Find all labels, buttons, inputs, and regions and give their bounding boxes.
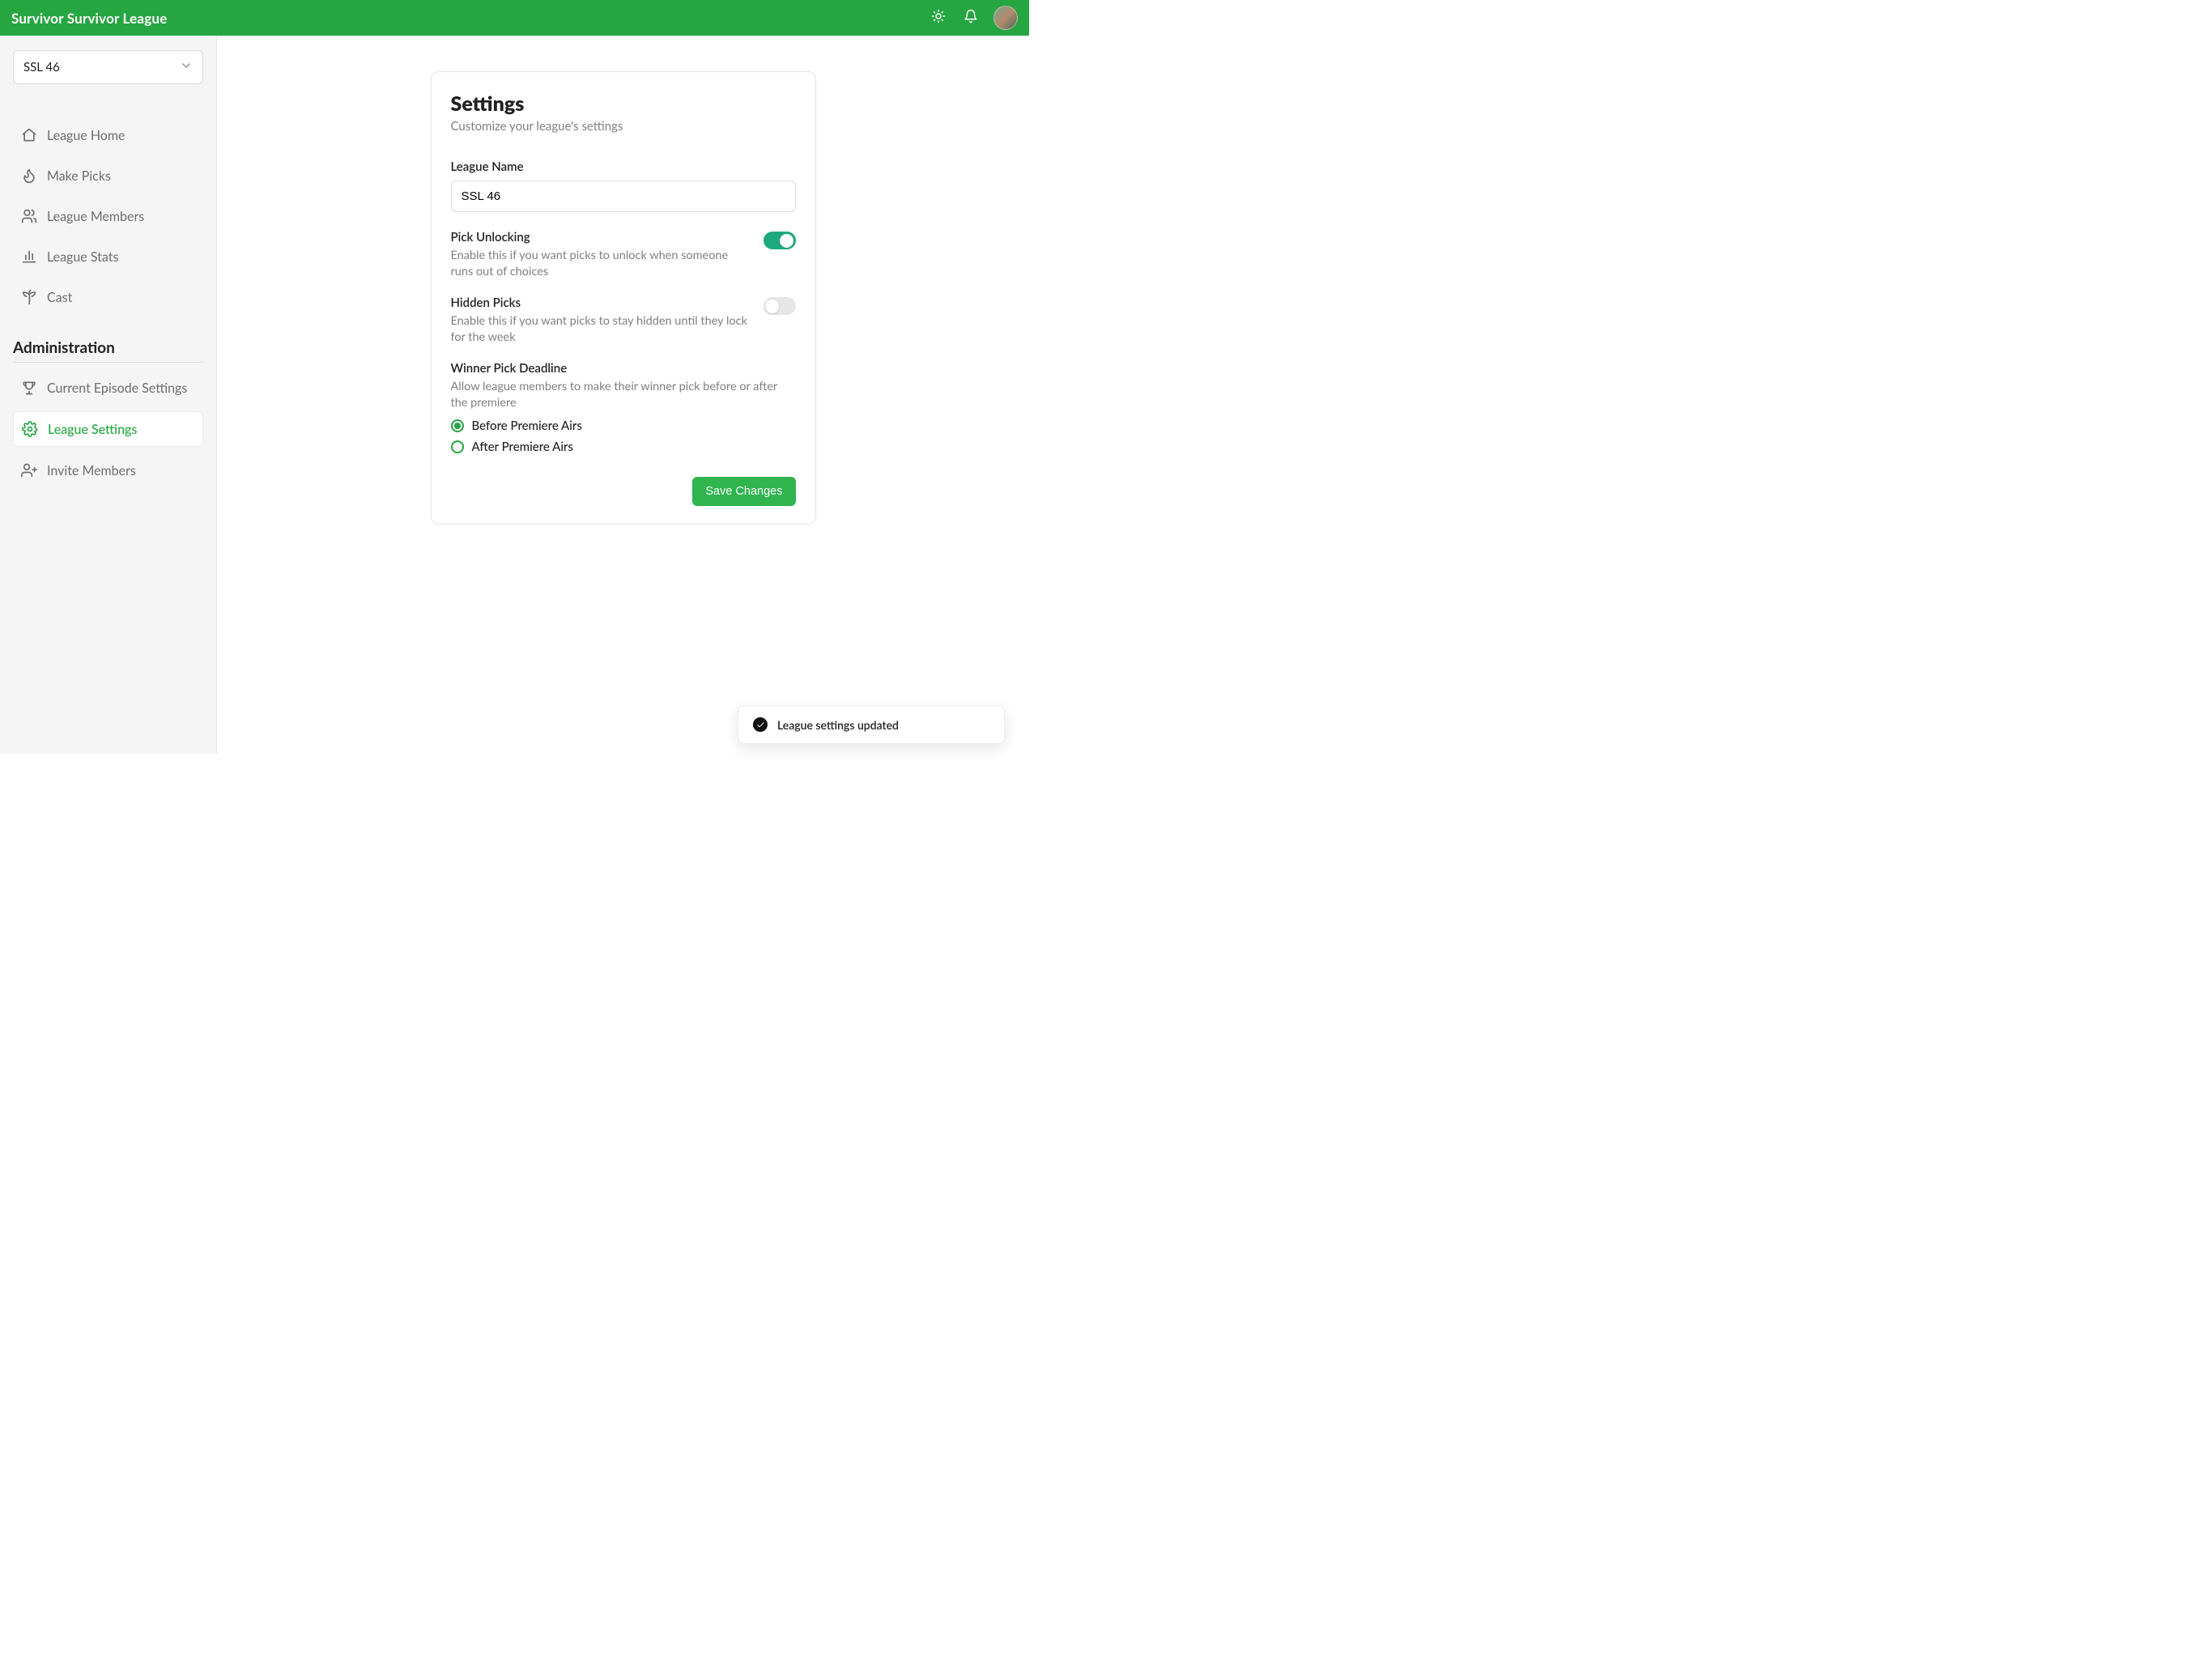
home-icon xyxy=(21,127,37,143)
sidebar-item-league-stats[interactable]: League Stats xyxy=(13,240,203,274)
settings-icon xyxy=(22,421,38,437)
bell-icon xyxy=(963,9,978,27)
card-title: Settings xyxy=(451,91,796,116)
toast-message: League settings updated xyxy=(777,718,899,732)
admin-heading: Administration xyxy=(13,338,203,357)
sidebar-item-label: League Members xyxy=(47,209,144,224)
sidebar-item-cast[interactable]: Cast xyxy=(13,280,203,314)
league-name-input[interactable] xyxy=(451,181,796,212)
user-avatar[interactable] xyxy=(993,6,1018,30)
trophy-icon xyxy=(21,380,37,396)
sidebar-item-label: Make Picks xyxy=(47,168,111,184)
winner-deadline-desc: Allow league members to make their winne… xyxy=(451,379,796,410)
save-button[interactable]: Save Changes xyxy=(692,477,795,506)
bar-chart-icon xyxy=(21,249,37,265)
pick-unlocking-desc: Enable this if you want picks to unlock … xyxy=(451,248,751,279)
radio-before-premiere[interactable]: Before Premiere Airs xyxy=(451,419,796,433)
radio-after-premiere[interactable]: After Premiere Airs xyxy=(451,440,796,454)
sidebar-item-label: League Home xyxy=(47,128,125,143)
notifications-button[interactable] xyxy=(956,3,985,32)
sidebar-item-league-settings[interactable]: League Settings xyxy=(13,411,203,447)
sidebar-item-league-members[interactable]: League Members xyxy=(13,199,203,233)
main-content: Settings Customize your league's setting… xyxy=(217,36,1029,754)
app-title: Survivor Survivor League xyxy=(11,10,168,27)
sidebar-item-label: League Settings xyxy=(48,422,137,437)
sun-icon xyxy=(931,9,946,27)
league-select-value: SSL 46 xyxy=(23,60,60,74)
sidebar-item-label: Current Episode Settings xyxy=(47,380,187,396)
pick-unlocking-toggle[interactable] xyxy=(764,232,796,249)
sidebar-item-invite-members[interactable]: Invite Members xyxy=(13,453,203,487)
pick-unlocking-title: Pick Unlocking xyxy=(451,230,751,244)
sidebar-item-label: Invite Members xyxy=(47,463,136,478)
radio-label: After Premiere Airs xyxy=(472,440,573,454)
toast-notification: League settings updated xyxy=(738,705,1005,744)
app-header: Survivor Survivor League xyxy=(0,0,1029,36)
divider xyxy=(13,362,203,363)
palm-tree-icon xyxy=(21,289,37,305)
hidden-picks-toggle[interactable] xyxy=(764,297,796,315)
users-icon xyxy=(21,208,37,224)
league-name-label: League Name xyxy=(451,159,796,174)
hidden-picks-desc: Enable this if you want picks to stay hi… xyxy=(451,313,751,345)
theme-toggle-button[interactable] xyxy=(924,3,953,32)
user-plus-icon xyxy=(21,462,37,478)
league-select[interactable]: SSL 46 xyxy=(13,50,203,84)
sidebar-item-label: Cast xyxy=(47,290,72,305)
sidebar-item-label: League Stats xyxy=(47,249,118,265)
radio-label: Before Premiere Airs xyxy=(472,419,582,433)
sidebar-item-make-picks[interactable]: Make Picks xyxy=(13,159,203,193)
card-subtitle: Customize your league's settings xyxy=(451,119,796,134)
radio-icon xyxy=(451,440,464,453)
settings-card: Settings Customize your league's setting… xyxy=(431,71,816,525)
sidebar-item-current-episode-settings[interactable]: Current Episode Settings xyxy=(13,371,203,405)
hidden-picks-title: Hidden Picks xyxy=(451,295,751,310)
flame-icon xyxy=(21,168,37,184)
sidebar: SSL 46 League Home Make Picks League Mem… xyxy=(0,36,217,754)
winner-deadline-title: Winner Pick Deadline xyxy=(451,361,796,376)
chevron-down-icon xyxy=(180,59,193,75)
sidebar-item-league-home[interactable]: League Home xyxy=(13,118,203,152)
check-circle-icon xyxy=(753,717,768,732)
radio-icon xyxy=(451,419,464,432)
